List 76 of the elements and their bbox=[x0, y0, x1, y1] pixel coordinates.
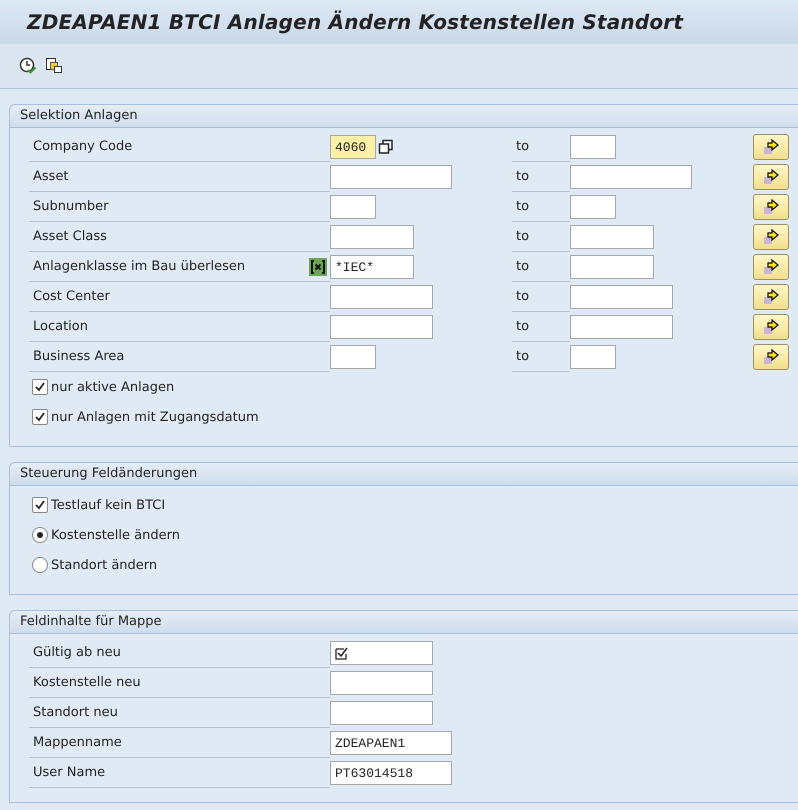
field-label: Mappenname bbox=[33, 735, 122, 750]
exclude-option-icon[interactable] bbox=[309, 258, 327, 276]
arrow-icon bbox=[762, 138, 780, 156]
arrow-icon bbox=[762, 168, 780, 186]
multiple-selection-button[interactable] bbox=[753, 134, 789, 160]
multiple-selection-button[interactable] bbox=[753, 254, 789, 280]
input-field[interactable] bbox=[570, 135, 616, 159]
option-label: Testlauf kein BTCI bbox=[51, 498, 166, 512]
option-label: Kostenstelle ändern bbox=[51, 528, 180, 542]
group-title: Selektion Anlagen bbox=[10, 105, 798, 128]
multiple-selection-button[interactable] bbox=[753, 194, 789, 220]
option-label: nur Anlagen mit Zugangsdatum bbox=[51, 410, 259, 424]
group-title: Steuerung Feldänderungen bbox=[10, 463, 798, 486]
field-label: Business Area bbox=[33, 349, 124, 364]
input-field[interactable] bbox=[570, 255, 654, 279]
input-field[interactable]: 4060 bbox=[330, 135, 376, 159]
multiple-selection-icon[interactable] bbox=[378, 139, 394, 155]
input-field[interactable] bbox=[570, 285, 673, 309]
option-label: nur aktive Anlagen bbox=[51, 380, 174, 394]
checkbox[interactable] bbox=[32, 497, 48, 513]
multiple-selection-button[interactable] bbox=[753, 284, 789, 310]
field-label: User Name bbox=[33, 765, 106, 780]
copy-documents-icon[interactable] bbox=[45, 57, 63, 75]
input-field[interactable] bbox=[330, 165, 452, 189]
field-label: Standort neu bbox=[33, 705, 118, 720]
field-label: Asset Class bbox=[33, 229, 107, 244]
checkbox[interactable] bbox=[32, 409, 48, 425]
to-label: to bbox=[516, 319, 530, 334]
to-label: to bbox=[516, 229, 530, 244]
radio-button[interactable] bbox=[32, 527, 48, 543]
field-label: Kostenstelle neu bbox=[33, 675, 141, 690]
input-field[interactable] bbox=[570, 225, 654, 249]
arrow-icon bbox=[762, 228, 780, 246]
multiple-selection-button[interactable] bbox=[753, 164, 789, 190]
to-label: to bbox=[516, 199, 530, 214]
input-field[interactable] bbox=[570, 315, 673, 339]
arrow-icon bbox=[762, 348, 780, 366]
input-field[interactable]: *IEC* bbox=[330, 255, 414, 279]
radio-button[interactable] bbox=[32, 557, 48, 573]
input-field[interactable] bbox=[330, 195, 376, 219]
input-field[interactable] bbox=[570, 195, 616, 219]
option-label: Standort ändern bbox=[51, 558, 158, 572]
to-label: to bbox=[516, 259, 530, 274]
field-label: Location bbox=[33, 319, 88, 334]
input-field[interactable]: PT63014518 bbox=[330, 761, 452, 785]
to-label: to bbox=[516, 349, 530, 364]
field-label: Anlagenklasse im Bau überlesen bbox=[33, 259, 246, 274]
input-field[interactable] bbox=[570, 165, 692, 189]
multiple-selection-button[interactable] bbox=[753, 224, 789, 250]
input-field[interactable] bbox=[330, 701, 433, 725]
input-field[interactable] bbox=[330, 345, 376, 369]
input-field[interactable]: ZDEAPAEN1 bbox=[330, 731, 452, 755]
field-label: Asset bbox=[33, 169, 69, 184]
multiple-selection-button[interactable] bbox=[753, 344, 789, 370]
group-title: Feldinhalte für Mappe bbox=[10, 611, 798, 634]
input-field[interactable] bbox=[330, 671, 433, 695]
input-field[interactable] bbox=[570, 345, 616, 369]
arrow-icon bbox=[762, 258, 780, 276]
field-label: Subnumber bbox=[33, 199, 108, 214]
input-field[interactable] bbox=[330, 225, 414, 249]
window-title: ZDEAPAEN1 BTCI Anlagen Ändern Kostenstellen Standort bbox=[27, 10, 684, 34]
arrow-icon bbox=[762, 318, 780, 336]
field-label: Company Code bbox=[33, 139, 132, 154]
to-label: to bbox=[516, 139, 530, 154]
input-field[interactable] bbox=[330, 641, 433, 665]
input-field[interactable] bbox=[330, 315, 433, 339]
to-label: to bbox=[516, 169, 530, 184]
multiple-selection-button[interactable] bbox=[753, 314, 789, 340]
input-field[interactable] bbox=[330, 285, 433, 309]
checkbox[interactable] bbox=[32, 379, 48, 395]
field-label: Cost Center bbox=[33, 289, 110, 304]
execute-clock-icon[interactable] bbox=[19, 57, 37, 75]
field-label: Gültig ab neu bbox=[33, 645, 121, 660]
to-label: to bbox=[516, 289, 530, 304]
arrow-icon bbox=[762, 198, 780, 216]
arrow-icon bbox=[762, 288, 780, 306]
